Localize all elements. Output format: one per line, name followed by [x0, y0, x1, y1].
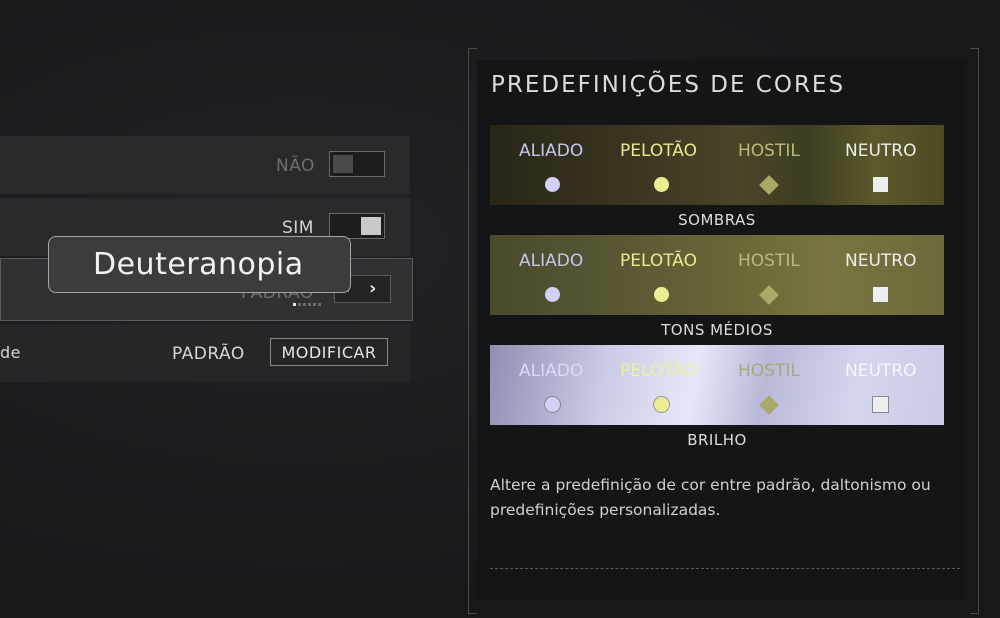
setting-value-nao: NÃO — [276, 156, 315, 176]
panel-bracket-left — [468, 48, 477, 614]
circle-icon — [654, 287, 669, 302]
circle-icon — [545, 177, 560, 192]
setting-value-sim: SIM — [282, 218, 314, 238]
label-platoon: PELOTÃO — [620, 251, 698, 271]
page-dot — [308, 303, 311, 306]
panel-bracket-right — [970, 48, 979, 614]
circle-icon — [654, 397, 669, 412]
label-neutral: NEUTRO — [845, 361, 917, 381]
modify-button[interactable]: MODIFICAR — [270, 338, 388, 366]
chevron-right-icon[interactable]: › — [369, 278, 376, 299]
setting-label-fragment: de — [0, 343, 21, 362]
diamond-icon — [759, 395, 779, 415]
swatch-highlights: ALIADO PELOTÃO HOSTIL NEUTRO — [490, 345, 944, 425]
circle-icon — [545, 287, 560, 302]
label-hostile: HOSTIL — [738, 361, 800, 381]
page-dot — [293, 303, 296, 306]
label-neutral: NEUTRO — [845, 251, 917, 271]
label-ally: ALIADO — [519, 141, 584, 161]
preset-tooltip: Deuteranopia — [48, 236, 351, 293]
swatch-shadows: ALIADO PELOTÃO HOSTIL NEUTRO — [490, 125, 944, 205]
page-dot — [298, 303, 301, 306]
label-ally: ALIADO — [519, 251, 584, 271]
page-dot — [303, 303, 306, 306]
circle-icon — [654, 177, 669, 192]
panel-title: PREDEFINIÇÕES DE CORES — [491, 72, 846, 98]
setting-row-1[interactable]: NÃO — [0, 136, 410, 194]
label-platoon: PELOTÃO — [620, 361, 698, 381]
circle-icon — [545, 397, 560, 412]
setting-value-padrao: PADRÃO — [172, 344, 245, 364]
square-icon — [873, 287, 888, 302]
swatch-midtones: ALIADO PELOTÃO HOSTIL NEUTRO — [490, 235, 944, 315]
toggle-knob-icon — [333, 155, 353, 173]
label-hostile: HOSTIL — [738, 141, 800, 161]
square-icon — [873, 397, 888, 412]
swatch-label-midtones: TONS MÉDIOS — [661, 321, 773, 339]
label-hostile: HOSTIL — [738, 251, 800, 271]
label-platoon: PELOTÃO — [620, 141, 698, 161]
label-neutral: NEUTRO — [845, 141, 917, 161]
toggle-off-switch[interactable] — [329, 151, 385, 177]
swatch-label-shadows: SOMBRAS — [678, 211, 756, 229]
dashed-divider — [490, 568, 960, 569]
page-dot — [313, 303, 316, 306]
panel-description: Altere a predefinição de cor entre padrã… — [490, 476, 931, 519]
swatch-label-highlights: BRILHO — [687, 431, 747, 449]
label-ally: ALIADO — [519, 361, 584, 381]
page-dot — [318, 303, 321, 306]
setting-row-4[interactable]: de PADRÃO MODIFICAR — [0, 324, 410, 382]
square-icon — [873, 177, 888, 192]
diamond-icon — [759, 285, 779, 305]
diamond-icon — [759, 175, 779, 195]
page-indicator — [293, 303, 321, 306]
toggle-knob-icon — [361, 217, 381, 235]
